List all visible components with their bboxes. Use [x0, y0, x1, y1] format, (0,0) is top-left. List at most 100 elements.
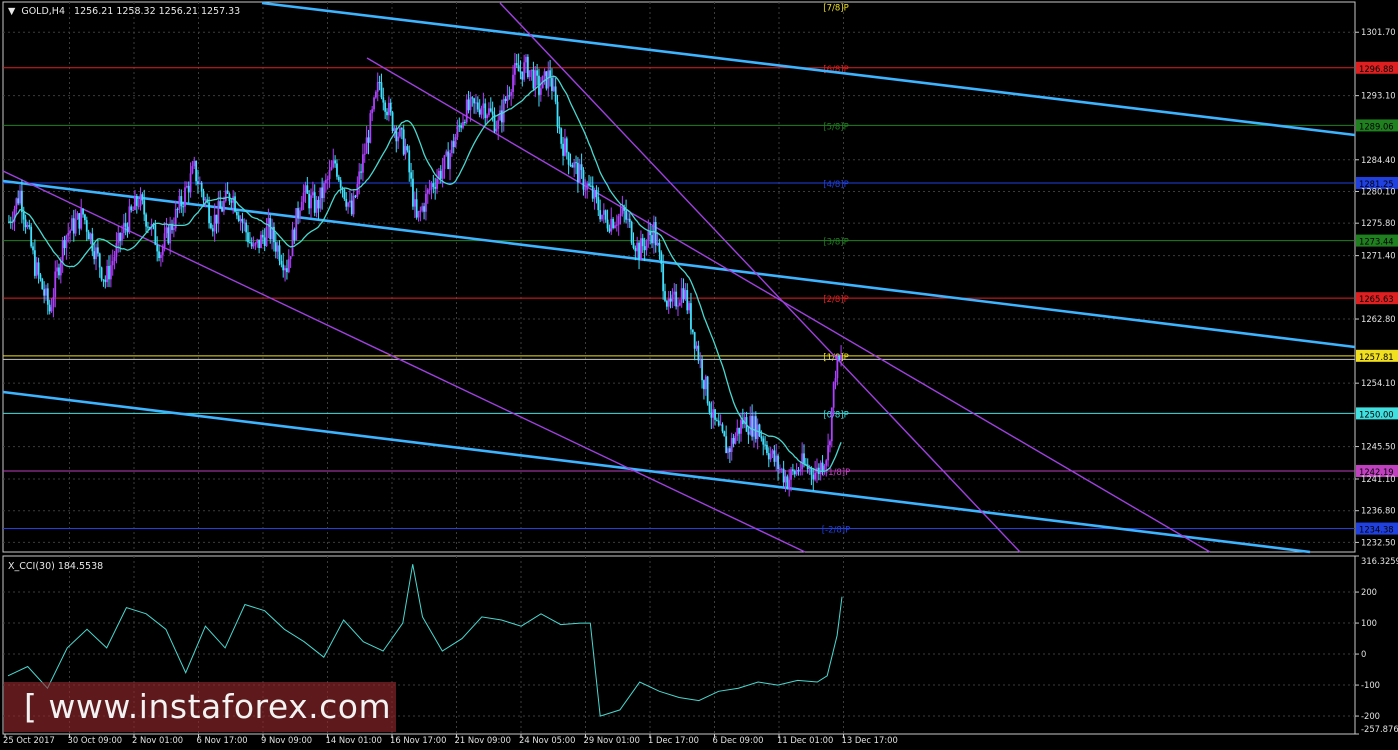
candle-body: [65, 235, 68, 249]
candle-body: [404, 146, 407, 155]
candle-body: [387, 102, 390, 116]
candle-body: [180, 196, 183, 207]
candle-body: [515, 63, 518, 66]
candle-body: [208, 202, 210, 224]
candle-body: [471, 97, 474, 99]
candle-body: [100, 267, 103, 280]
candle-body: [662, 263, 665, 292]
candle-body: [24, 219, 27, 228]
candle-body: [578, 164, 581, 183]
candle-body: [463, 122, 466, 124]
candle-body: [269, 218, 272, 240]
candle-body: [565, 138, 568, 153]
candle-body: [167, 227, 170, 244]
candle-body: [191, 166, 194, 174]
candle-body: [250, 242, 253, 247]
candle-body: [589, 185, 592, 187]
candle-body: [758, 424, 761, 437]
candle-body: [580, 164, 583, 171]
candle-body: [33, 250, 36, 276]
candle-body: [610, 218, 613, 232]
candle-body: [704, 376, 707, 390]
candle-body: [37, 262, 40, 275]
candle-body: [591, 185, 594, 199]
candle-body: [402, 129, 405, 155]
candle-body: [326, 178, 329, 181]
candle-body: [716, 419, 718, 421]
candle-body: [252, 244, 255, 247]
candle-body: [678, 302, 681, 306]
time-tick-label: 29 Nov 01:00: [584, 735, 640, 745]
murrey-price-tag-label: 1273.44: [1359, 237, 1394, 247]
candle-body: [98, 253, 101, 268]
candle-body: [423, 206, 425, 212]
candle-body: [779, 468, 781, 470]
candle-body: [300, 201, 303, 211]
candle-body: [369, 113, 372, 143]
candle-body: [567, 152, 570, 165]
candle-body: [654, 222, 657, 246]
candle-body: [630, 221, 633, 243]
candle-body: [740, 420, 742, 434]
time-tick-label: 21 Nov 09:00: [455, 735, 511, 745]
time-axis: 25 Oct 2017 30 Oct 09:00 2 Nov 01:00 6 Nov …: [3, 734, 898, 745]
candle-body: [667, 298, 670, 307]
candle-body: [426, 189, 429, 194]
candle-body: [28, 225, 31, 227]
candle-body: [658, 242, 661, 253]
candle-body: [791, 469, 794, 471]
candle-body: [484, 103, 487, 119]
murrey-level-label: [2/8]P: [823, 295, 848, 305]
candle-body: [178, 196, 181, 210]
candle-body: [499, 110, 501, 121]
candle-body: [265, 227, 268, 247]
candle-body: [506, 95, 509, 102]
candle-body: [615, 224, 618, 226]
candle-body: [365, 137, 368, 154]
candle-body: [534, 70, 537, 89]
price-axis-label: 1271.40: [1361, 251, 1396, 261]
dropdown-icon[interactable]: ▼: [8, 6, 16, 17]
candle-body: [35, 262, 38, 276]
candle-body: [797, 469, 800, 472]
candle-body: [147, 226, 149, 228]
candle-body: [638, 242, 640, 260]
candle-body: [530, 69, 533, 71]
candle-body: [135, 196, 138, 206]
candle-body: [754, 416, 757, 439]
candle-body: [311, 192, 314, 196]
murrey-level-label: [7/8]P: [823, 3, 848, 13]
candle-body: [261, 234, 264, 238]
candle-body: [245, 222, 248, 233]
candle-body: [625, 210, 627, 220]
candle-body: [486, 115, 488, 119]
candle-body: [636, 242, 639, 252]
candle-body: [677, 305, 679, 307]
candle-body: [489, 108, 492, 112]
candle-body: [447, 151, 450, 170]
candle-body: [504, 98, 507, 102]
candle-body: [56, 267, 59, 272]
candle-body: [210, 223, 212, 229]
candle-body: [640, 238, 642, 260]
murrey-price-tag-label: 1296.88: [1359, 64, 1394, 74]
candle-body: [793, 470, 796, 475]
candle-body: [293, 229, 296, 241]
candle-body: [141, 194, 144, 201]
candle-body: [467, 99, 470, 111]
candle-body: [41, 278, 44, 290]
candle-body: [415, 199, 418, 218]
candle-body: [22, 212, 25, 220]
candle-body: [556, 101, 559, 127]
time-tick-label: 24 Nov 05:00: [519, 735, 575, 745]
candle-body: [436, 178, 438, 189]
price-axis-label: 1262.80: [1361, 314, 1396, 324]
candle-body: [380, 82, 383, 98]
candle-body: [95, 247, 97, 260]
candle-body: [780, 468, 783, 470]
candle-body: [93, 251, 96, 260]
time-tick-label: 6 Nov 17:00: [197, 735, 248, 745]
candle-body: [617, 216, 620, 225]
candle-body: [482, 103, 485, 109]
candle-body: [517, 65, 520, 72]
